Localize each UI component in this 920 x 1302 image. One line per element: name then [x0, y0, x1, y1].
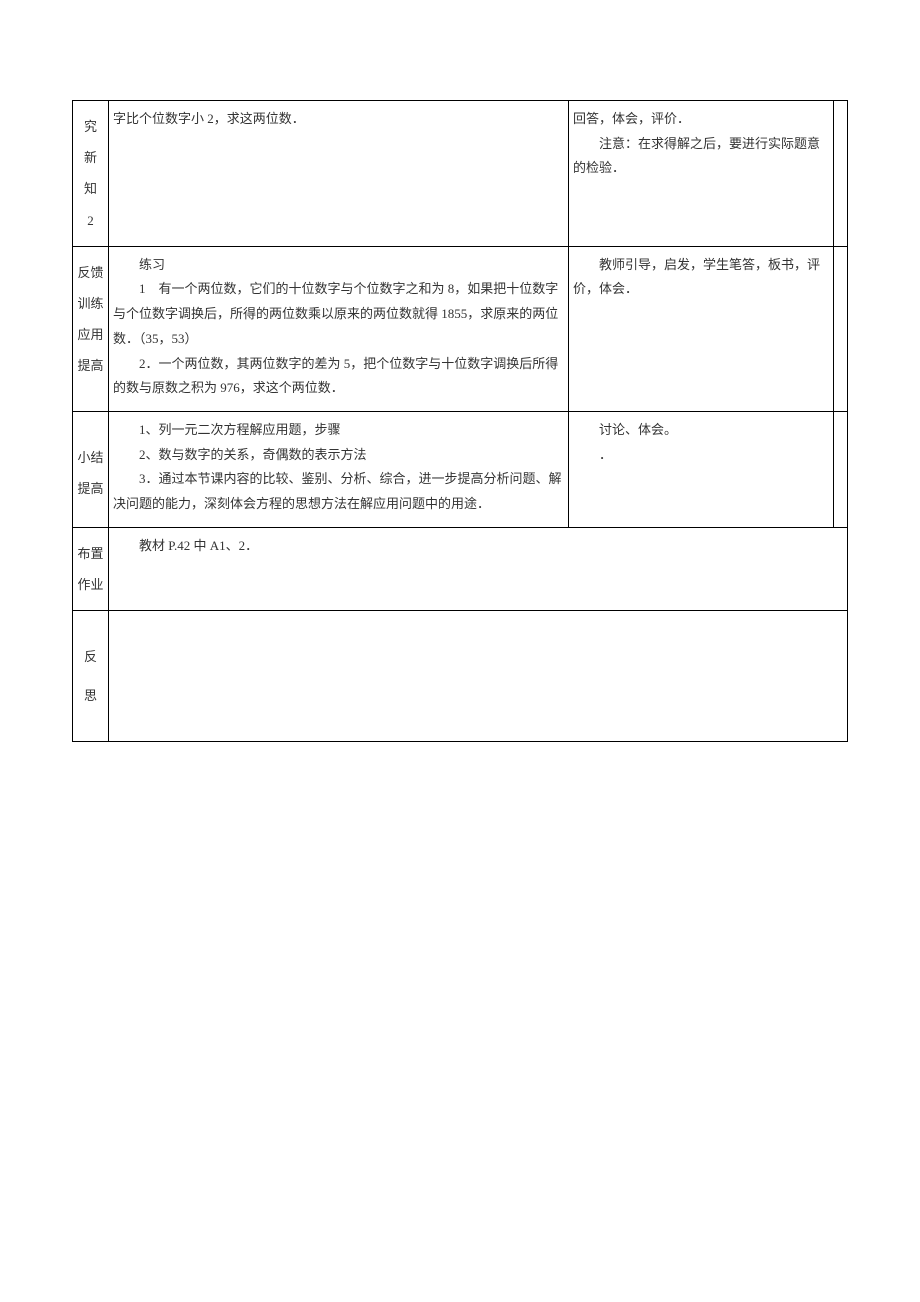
- row-content: 教材 P.42 中 A1、2．: [109, 527, 848, 610]
- row-narrow: [834, 411, 848, 527]
- row-label: 反 思: [73, 611, 109, 742]
- row-label: 究 新 知 2: [73, 101, 109, 247]
- label-char: 小结: [75, 442, 106, 473]
- table-row: 究 新 知 2 字比个位数字小 2，求这两位数． 回答，体会，评价． 注意：在求…: [73, 101, 848, 247]
- row-content: 1、列一元二次方程解应用题，步骤 2、数与数字的关系，奇偶数的表示方法 3．通过…: [109, 411, 569, 527]
- right-text: 注意：在求得解之后，要进行实际题意的检验．: [573, 132, 829, 181]
- content-text: 字比个位数字小 2，求这两位数．: [113, 107, 564, 132]
- table-row: 布置 作业 教材 P.42 中 A1、2．: [73, 527, 848, 610]
- row-content: 字比个位数字小 2，求这两位数．: [109, 101, 569, 247]
- label-char: 作业: [75, 569, 106, 600]
- label-char: 提高: [75, 350, 106, 381]
- label-char: 知: [75, 173, 106, 204]
- row-content: [109, 611, 848, 742]
- content-text: 教材 P.42 中 A1、2．: [113, 534, 843, 559]
- label-char: 训练: [75, 288, 106, 319]
- right-text: ．: [573, 443, 829, 468]
- right-text: 回答，体会，评价．: [573, 107, 829, 132]
- row-right: 讨论、体会。 ．: [569, 411, 834, 527]
- label-char: 反馈: [75, 257, 106, 288]
- content-text: 1、列一元二次方程解应用题，步骤: [113, 418, 564, 443]
- row-label: 小结 提高: [73, 411, 109, 527]
- content-text: 2、数与数字的关系，奇偶数的表示方法: [113, 443, 564, 468]
- document-page: 究 新 知 2 字比个位数字小 2，求这两位数． 回答，体会，评价． 注意：在求…: [0, 0, 920, 742]
- right-text: 讨论、体会。: [573, 418, 829, 443]
- row-right: 教师引导，启发，学生笔答，板书，评价，体会．: [569, 246, 834, 411]
- content-text: 3．通过本节课内容的比较、鉴别、分析、综合，进一步提高分析问题、解决问题的能力，…: [113, 467, 564, 516]
- label-char: 新: [75, 142, 106, 173]
- label-char: 应用: [75, 319, 106, 350]
- row-narrow: [834, 101, 848, 247]
- table-row: 反 思: [73, 611, 848, 742]
- row-content: 练习 1 有一个两位数，它们的十位数字与个位数字之和为 8，如果把十位数字与个位…: [109, 246, 569, 411]
- lesson-plan-table: 究 新 知 2 字比个位数字小 2，求这两位数． 回答，体会，评价． 注意：在求…: [72, 100, 848, 742]
- label-char: 反: [75, 637, 106, 676]
- row-narrow: [834, 246, 848, 411]
- row-label: 反馈 训练 应用 提高: [73, 246, 109, 411]
- label-char: 思: [75, 676, 106, 715]
- label-char: 究: [75, 111, 106, 142]
- right-text: 教师引导，启发，学生笔答，板书，评价，体会．: [573, 253, 829, 302]
- row-right: 回答，体会，评价． 注意：在求得解之后，要进行实际题意的检验．: [569, 101, 834, 247]
- row-label: 布置 作业: [73, 527, 109, 610]
- table-row: 反馈 训练 应用 提高 练习 1 有一个两位数，它们的十位数字与个位数字之和为 …: [73, 246, 848, 411]
- label-char: 2: [75, 205, 106, 236]
- content-title: 练习: [113, 253, 564, 278]
- table-row: 小结 提高 1、列一元二次方程解应用题，步骤 2、数与数字的关系，奇偶数的表示方…: [73, 411, 848, 527]
- label-char: 布置: [75, 538, 106, 569]
- content-text: 1 有一个两位数，它们的十位数字与个位数字之和为 8，如果把十位数字与个位数字调…: [113, 277, 564, 351]
- label-char: 提高: [75, 473, 106, 504]
- content-text: 2．一个两位数，其两位数字的差为 5，把个位数字与十位数字调换后所得的数与原数之…: [113, 352, 564, 401]
